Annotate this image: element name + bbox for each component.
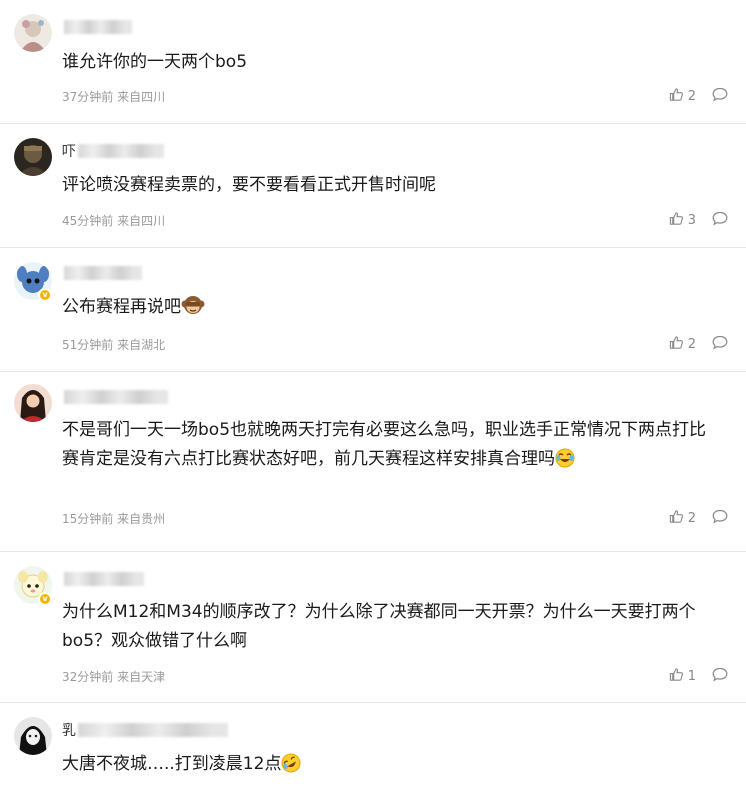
username[interactable] [62, 388, 168, 406]
comment-body: 谁允许你的一天两个bo5 [62, 52, 248, 72]
rofl-emoji [281, 753, 301, 783]
comment-item: 不是哥们一天一场bo5也就晚两天打完有必要这么急吗，职业选手正常情况下两点打比赛… [0, 372, 746, 552]
like-button[interactable]: 2 [669, 87, 696, 106]
comment-actions: 2 [669, 87, 728, 106]
avatar[interactable] [14, 138, 52, 176]
comment-actions: 1 [669, 667, 728, 686]
username-text: 乳 [62, 723, 76, 739]
avatar[interactable] [14, 14, 52, 52]
comment-item: v 为什么M12和M34的顺序改了？为什么除了决赛都同一天开票？为什么一天要打两… [0, 552, 746, 703]
username-blur [64, 266, 142, 280]
comment-time: 32分钟前 [62, 670, 114, 684]
comment-text: 不是哥们一天一场bo5也就晚两天打完有必要这么急吗，职业选手正常情况下两点打比赛… [62, 416, 722, 478]
comment-text: 为什么M12和M34的顺序改了？为什么除了决赛都同一天开票？为什么一天要打两个b… [62, 598, 722, 656]
comment-body: 不是哥们一天一场bo5也就晚两天打完有必要这么急吗，职业选手正常情况下两点打比赛… [62, 420, 707, 469]
comment-meta: 51分钟前 来自湖北 [62, 336, 165, 353]
username[interactable] [62, 570, 144, 588]
comment-actions: 3 [669, 211, 728, 230]
thumbs-up-icon [669, 211, 684, 230]
username[interactable]: 吓 [62, 142, 164, 160]
avatar[interactable] [14, 717, 52, 755]
comment-actions: 2 [669, 509, 728, 528]
username-blur [64, 20, 132, 34]
like-count: 1 [687, 669, 696, 684]
verified-badge: v [38, 288, 52, 302]
username[interactable] [62, 18, 132, 36]
thumbs-up-icon [669, 335, 684, 354]
monkey-emoji [181, 294, 205, 326]
like-button[interactable]: 2 [669, 335, 696, 354]
comment-bubble-icon[interactable] [712, 509, 728, 528]
thumbs-up-icon [669, 667, 684, 686]
comment-body: 公布赛程再说吧 [62, 297, 181, 317]
comment-location: 来自湖北 [117, 338, 166, 352]
comment-bubble-icon[interactable] [712, 667, 728, 686]
comment-item: 乳 大唐不夜城…..打到凌晨12点 [0, 703, 746, 791]
comment-text: 大唐不夜城…..打到凌晨12点 [62, 750, 722, 783]
comment-location: 来自贵州 [117, 512, 166, 526]
comment-body: 为什么M12和M34的顺序改了？为什么除了决赛都同一天开票？为什么一天要打两个b… [62, 602, 696, 651]
comment-meta: 32分钟前 来自天津 [62, 668, 165, 685]
comment-time: 15分钟前 [62, 512, 114, 526]
comment-location: 来自四川 [117, 214, 166, 228]
verified-badge: v [38, 592, 52, 606]
comment-time: 37分钟前 [62, 90, 114, 104]
like-button[interactable]: 2 [669, 509, 696, 528]
laugh-cry-emoji [555, 448, 575, 478]
thumbs-up-icon [669, 509, 684, 528]
like-count: 2 [687, 511, 696, 526]
comment-location: 来自四川 [117, 90, 166, 104]
comment-bubble-icon[interactable] [712, 211, 728, 230]
comment-body: 评论喷没赛程卖票的，要不要看看正式开售时间呢 [62, 175, 436, 195]
comment-meta: 37分钟前 来自四川 [62, 88, 165, 105]
username-blur [64, 390, 168, 404]
username-blur [78, 144, 164, 158]
like-count: 2 [687, 337, 696, 352]
comment-actions: 2 [669, 335, 728, 354]
comment-location: 来自天津 [117, 670, 166, 684]
comment-time: 45分钟前 [62, 214, 114, 228]
username[interactable]: 乳 [62, 721, 228, 739]
comment-text: 评论喷没赛程卖票的，要不要看看正式开售时间呢 [62, 171, 722, 200]
comment-text: 公布赛程再说吧 [62, 293, 722, 326]
comment-list: 谁允许你的一天两个bo5 37分钟前 来自四川 2 吓 评论喷没赛程卖票的，要不… [0, 0, 746, 791]
comment-item: v 公布赛程再说吧 51分钟前 来自湖北 2 [0, 248, 746, 372]
thumbs-up-icon [669, 87, 684, 106]
comment-time: 51分钟前 [62, 338, 114, 352]
like-count: 2 [687, 89, 696, 104]
comment-bubble-icon[interactable] [712, 335, 728, 354]
username-blur [78, 723, 228, 737]
comment-body: 大唐不夜城…..打到凌晨12点 [62, 754, 282, 774]
comment-text: 谁允许你的一天两个bo5 [62, 48, 722, 77]
like-button[interactable]: 3 [669, 211, 696, 230]
comment-item: 吓 评论喷没赛程卖票的，要不要看看正式开售时间呢 45分钟前 来自四川 3 [0, 124, 746, 248]
comment-bubble-icon[interactable] [712, 87, 728, 106]
avatar[interactable] [14, 384, 52, 422]
username[interactable] [62, 264, 142, 282]
comment-item: 谁允许你的一天两个bo5 37分钟前 来自四川 2 [0, 0, 746, 124]
username-text: 吓 [62, 144, 76, 160]
comment-meta: 45分钟前 来自四川 [62, 212, 165, 229]
like-button[interactable]: 1 [669, 667, 696, 686]
username-blur [64, 572, 144, 586]
comment-meta: 15分钟前 来自贵州 [62, 510, 165, 527]
like-count: 3 [687, 213, 696, 228]
